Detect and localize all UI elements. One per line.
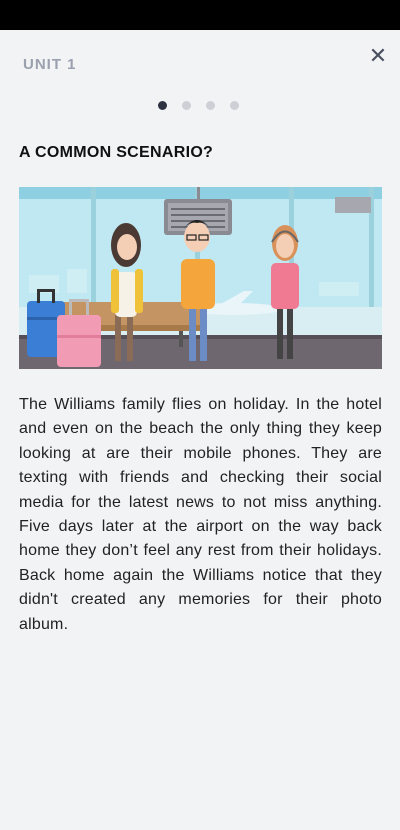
page-dot-3[interactable] [206, 101, 215, 110]
status-bar [0, 0, 400, 30]
close-icon[interactable]: ✕ [366, 44, 390, 68]
section-title: A COMMON SCENARIO? [19, 144, 214, 161]
page-dot-4[interactable] [230, 101, 239, 110]
unit-label: UNIT 1 [23, 56, 77, 73]
page-indicator [158, 101, 239, 110]
page-dot-1[interactable] [158, 101, 167, 110]
airport-illustration [19, 187, 382, 369]
story-text: The Williams family flies on holiday. In… [19, 396, 382, 633]
page-dot-2[interactable] [182, 101, 191, 110]
